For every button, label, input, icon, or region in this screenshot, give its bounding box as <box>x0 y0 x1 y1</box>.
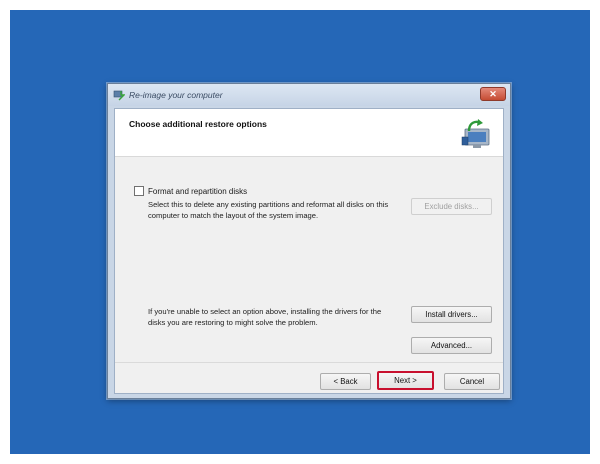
page-title: Choose additional restore options <box>129 119 267 129</box>
next-button[interactable]: Next > <box>377 371 434 390</box>
format-checkbox-label[interactable]: Format and repartition disks <box>148 187 247 196</box>
screen-frame: Re-image your computer ✕ Choose addition… <box>0 0 600 464</box>
close-button[interactable]: ✕ <box>480 87 506 101</box>
close-icon: ✕ <box>489 88 497 99</box>
install-drivers-button[interactable]: Install drivers... <box>411 306 492 323</box>
drivers-description: If you're unable to select an option abo… <box>148 307 382 327</box>
desktop-background: Re-image your computer ✕ Choose addition… <box>10 10 590 454</box>
cancel-button[interactable]: Cancel <box>444 373 500 390</box>
format-description: Select this to delete any existing parti… <box>148 200 389 220</box>
footer-divider <box>115 362 503 363</box>
format-option[interactable]: Format and repartition disks <box>134 186 247 196</box>
computer-restore-icon <box>461 119 490 148</box>
dialog-body: Choose additional restore options Format… <box>114 108 504 394</box>
exclude-disks-button[interactable]: Exclude disks... <box>411 198 492 215</box>
backup-icon <box>113 90 125 101</box>
reimage-dialog: Re-image your computer ✕ Choose addition… <box>107 83 511 399</box>
back-button[interactable]: < Back <box>320 373 371 390</box>
window-title: Re-image your computer <box>129 90 223 100</box>
dialog-header: Choose additional restore options <box>115 109 503 157</box>
title-bar[interactable]: Re-image your computer ✕ <box>108 84 510 106</box>
format-checkbox[interactable] <box>134 186 144 196</box>
advanced-button[interactable]: Advanced... <box>411 337 492 354</box>
